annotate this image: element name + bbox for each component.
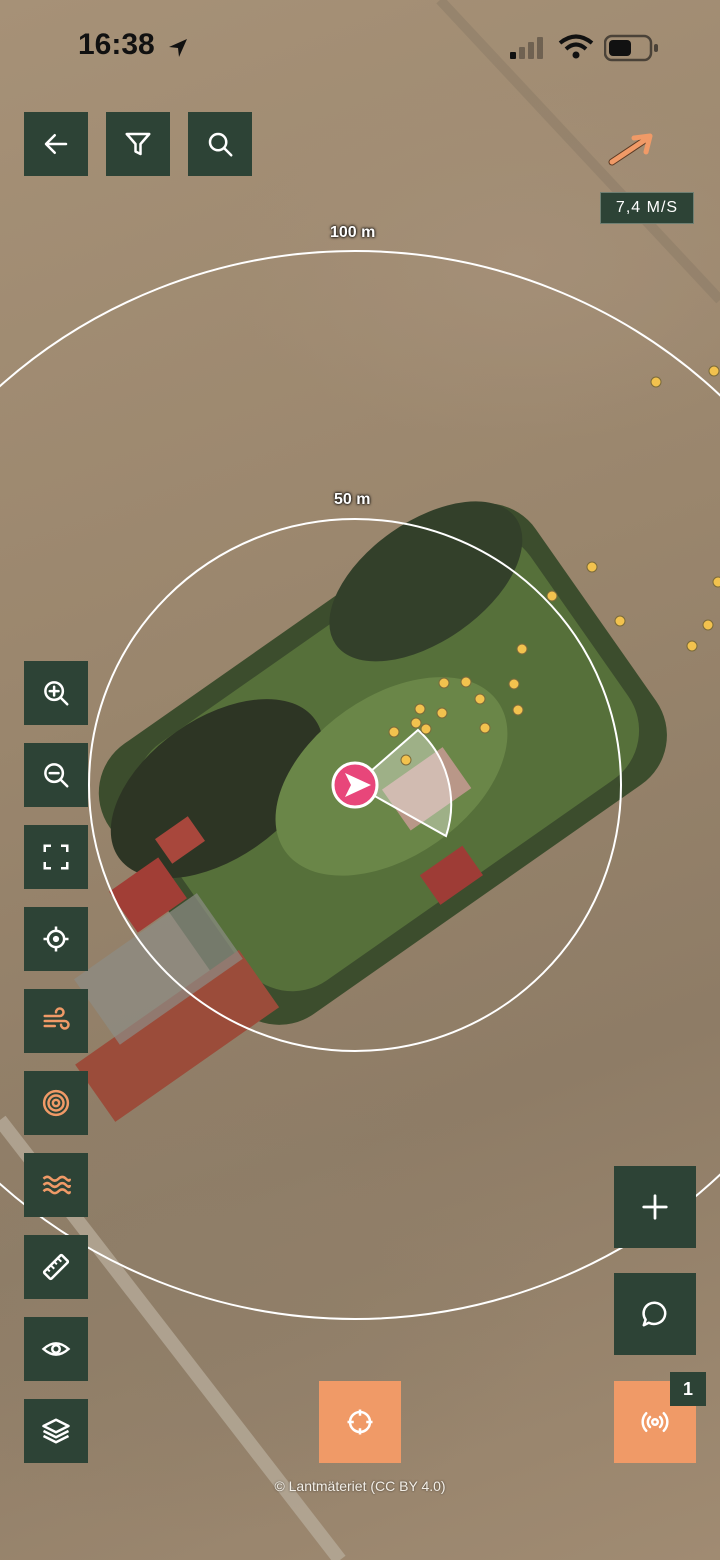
plus-icon bbox=[642, 1194, 668, 1220]
range-rings-button[interactable] bbox=[24, 1071, 88, 1135]
zoom-out-button[interactable] bbox=[24, 743, 88, 807]
layers-button[interactable] bbox=[24, 1399, 88, 1463]
broadcast-icon bbox=[641, 1412, 669, 1432]
fullscreen-icon bbox=[43, 844, 69, 870]
status-bar: 16:38 bbox=[0, 0, 720, 96]
center-map-button[interactable] bbox=[319, 1381, 401, 1463]
locate-button[interactable] bbox=[24, 907, 88, 971]
wind-icon bbox=[43, 1007, 70, 1030]
measure-button[interactable] bbox=[24, 1235, 88, 1299]
ring-label-100m: 100 m bbox=[330, 224, 376, 241]
visibility-button[interactable] bbox=[24, 1317, 88, 1381]
search-button[interactable] bbox=[188, 112, 252, 176]
filter-icon bbox=[125, 132, 151, 156]
layers-icon bbox=[42, 1418, 70, 1444]
battery-icon bbox=[604, 34, 658, 62]
ring-label-50m: 50 m bbox=[334, 491, 371, 508]
locate-icon bbox=[43, 926, 69, 952]
back-button[interactable] bbox=[24, 112, 88, 176]
zoom-in-icon bbox=[44, 681, 69, 706]
fullscreen-button[interactable] bbox=[24, 825, 88, 889]
position-marker bbox=[331, 761, 379, 809]
wifi-icon bbox=[558, 34, 594, 59]
chat-button[interactable] bbox=[614, 1273, 696, 1355]
chat-icon bbox=[642, 1301, 667, 1327]
cellular-signal-icon bbox=[510, 37, 543, 59]
map-attribution: © Lantmäteriet (CC BY 4.0) bbox=[274, 1478, 446, 1494]
search-icon bbox=[208, 132, 233, 157]
wind-speed-label: 7,4 M/S bbox=[600, 192, 694, 224]
status-time: 16:38 bbox=[78, 28, 155, 61]
add-button[interactable] bbox=[614, 1166, 696, 1248]
zoom-in-button[interactable] bbox=[24, 661, 88, 725]
waves-icon bbox=[42, 1175, 71, 1195]
map-view[interactable]: 100 m 50 m bbox=[0, 0, 720, 1560]
target-rings-icon bbox=[42, 1089, 70, 1117]
broadcast-badge: 1 bbox=[670, 1372, 706, 1406]
wind-layer-button[interactable] bbox=[24, 989, 88, 1053]
eye-icon bbox=[41, 1342, 71, 1356]
waves-layer-button[interactable] bbox=[24, 1153, 88, 1217]
crosshair-icon bbox=[347, 1409, 373, 1435]
wind-direction-arrow-icon bbox=[608, 133, 653, 166]
zoom-out-icon bbox=[44, 763, 69, 788]
filter-button[interactable] bbox=[106, 112, 170, 176]
location-arrow-icon bbox=[169, 39, 187, 57]
ruler-icon bbox=[42, 1253, 70, 1281]
arrow-left-icon bbox=[44, 134, 68, 154]
